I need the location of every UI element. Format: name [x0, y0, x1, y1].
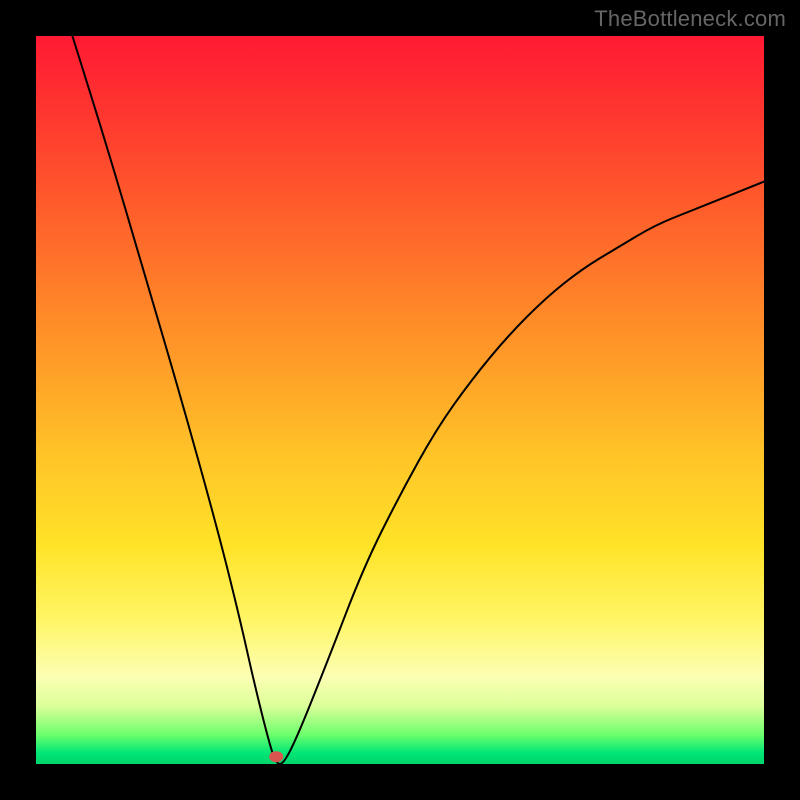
- bottleneck-curve-svg: [36, 36, 764, 764]
- plot-area: [36, 36, 764, 764]
- optimum-marker: [269, 751, 283, 762]
- watermark-text: TheBottleneck.com: [594, 6, 786, 32]
- chart-frame: TheBottleneck.com: [0, 0, 800, 800]
- bottleneck-curve-path: [72, 36, 764, 764]
